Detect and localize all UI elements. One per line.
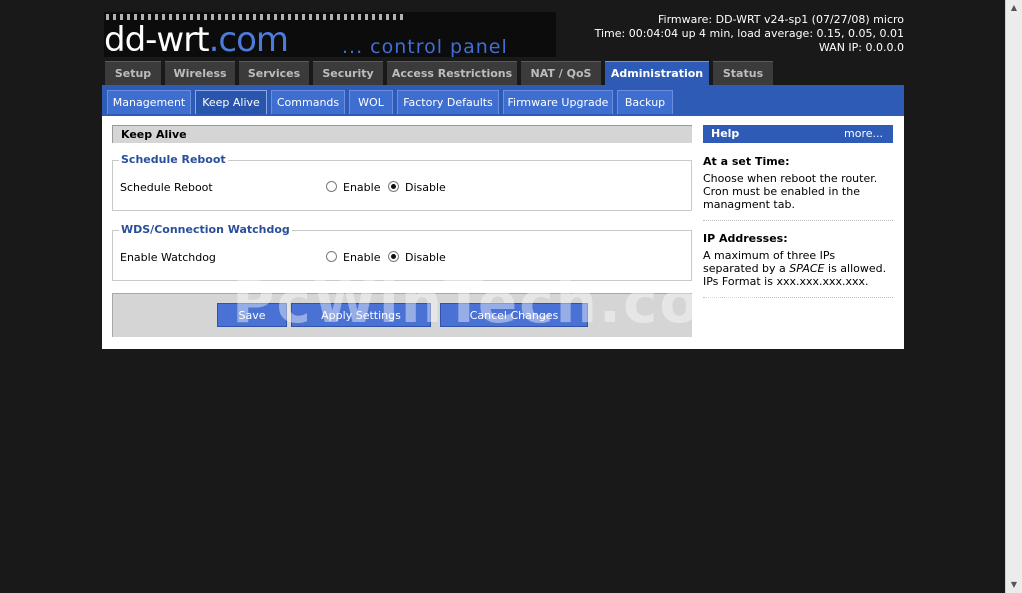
subtab-wol[interactable]: WOL [349,90,393,114]
schedule-reboot-section: Schedule Reboot Schedule Reboot Enable D… [112,153,692,211]
help-text-part: is allowed. [824,262,887,275]
help-item-set-time: At a set Time: Choose when reboot the ro… [703,155,893,211]
wan-ip: WAN IP: 0.0.0.0 [818,41,904,54]
tab-nat-qos[interactable]: NAT / QoS [521,61,601,85]
firmware-version: Firmware: DD-WRT v24-sp1 (07/27/08) micr… [657,13,904,26]
help-item-title: IP Addresses: [703,232,788,245]
subtab-firmware-upgrade[interactable]: Firmware Upgrade [503,90,613,114]
schedule-reboot-disable-option[interactable]: Disable [388,181,446,194]
schedule-reboot-legend: Schedule Reboot [119,153,228,166]
subtab-factory-defaults[interactable]: Factory Defaults [397,90,499,114]
schedule-reboot-enable-label: Enable [343,181,381,194]
help-item-text-format: IPs Format is xxx.xxx.xxx.xxx. [703,275,869,288]
content-area: Keep Alive Schedule Reboot Schedule Rebo… [102,116,904,349]
help-text-emphasis: SPACE [789,262,825,275]
schedule-reboot-disable-label: Disable [405,181,446,194]
vertical-scrollbar[interactable]: ▲ ▼ [1005,0,1022,593]
logo-control-panel: ... control panel [342,36,508,57]
help-divider [703,297,893,298]
tab-setup[interactable]: Setup [105,61,161,85]
uptime: Time: 00:04:04 up 4 min, load average: 0… [594,27,904,40]
tab-services[interactable]: Services [239,61,309,85]
tab-administration[interactable]: Administration [605,61,709,86]
help-item-title: At a set Time: [703,155,790,168]
help-more-link[interactable]: more... [844,125,883,143]
watchdog-enable-label: Enable [343,251,381,264]
watchdog-enable-radio[interactable] [326,251,337,262]
logo-brand: dd-wrt.com [104,20,289,57]
tab-access-restrictions[interactable]: Access Restrictions [387,61,517,85]
button-bar: Save Apply Settings Cancel Changes [112,293,692,337]
cancel-changes-button[interactable]: Cancel Changes [440,303,588,327]
schedule-reboot-enable-option[interactable]: Enable [326,181,380,194]
tab-security[interactable]: Security [313,61,383,85]
subtab-backup[interactable]: Backup [617,90,673,114]
tab-wireless[interactable]: Wireless [165,61,235,85]
watchdog-section: WDS/Connection Watchdog Enable Watchdog … [112,223,692,281]
sub-tabs-bar: Management Keep Alive Commands WOL Facto… [102,85,904,116]
watchdog-disable-radio[interactable] [388,251,399,262]
subtab-commands[interactable]: Commands [271,90,345,114]
schedule-reboot-disable-radio[interactable] [388,181,399,192]
logo-brand-main: dd-wrt [104,20,210,57]
schedule-reboot-enable-radio[interactable] [326,181,337,192]
system-info: Firmware: DD-WRT v24-sp1 (07/27/08) micr… [595,13,904,55]
subtab-keep-alive[interactable]: Keep Alive [195,90,267,114]
save-button[interactable]: Save [217,303,287,327]
help-item-text: Choose when reboot the router. Cron must… [703,172,878,211]
tab-status[interactable]: Status [713,61,773,85]
logo-brand-dot: .com [208,20,289,57]
schedule-reboot-row: Schedule Reboot Enable Disable [120,179,680,197]
subtab-management[interactable]: Management [107,90,191,114]
scroll-up-icon[interactable]: ▲ [1006,0,1022,16]
scroll-down-icon[interactable]: ▼ [1006,577,1022,593]
watchdog-label: Enable Watchdog [120,251,216,264]
page-title: Keep Alive [112,125,692,143]
watchdog-row: Enable Watchdog Enable Disable [120,249,680,267]
watchdog-enable-option[interactable]: Enable [326,251,380,264]
help-divider [703,220,893,221]
apply-settings-button[interactable]: Apply Settings [291,303,431,327]
help-item-text: A maximum of three IPs separated by a SP… [703,249,893,275]
help-header: Help more... [703,125,893,143]
watchdog-legend: WDS/Connection Watchdog [119,223,292,236]
watchdog-disable-option[interactable]: Disable [388,251,446,264]
dd-wrt-logo: dd-wrt.com ... control panel [104,12,556,57]
help-title: Help [711,127,740,140]
schedule-reboot-label: Schedule Reboot [120,181,213,194]
help-item-ip-addresses: IP Addresses: A maximum of three IPs sep… [703,232,893,288]
watchdog-disable-label: Disable [405,251,446,264]
